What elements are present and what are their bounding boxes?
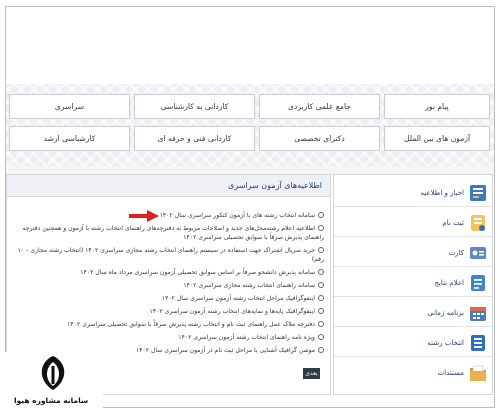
bullet-icon [318,295,324,301]
bullet-icon [318,269,324,275]
nav-sarasari[interactable]: سراسری [9,94,130,119]
nav-payame-noor[interactable]: پیام نور [384,94,490,119]
news-header: اطلاعیه‌های آزمون سراسری [7,175,330,197]
nav-phd[interactable]: دکترای تخصصی [259,126,380,151]
results-icon [471,275,485,291]
calendar-icon [470,307,486,321]
register-icon [471,215,485,231]
news-item[interactable]: سامانه پذیرش دانشجو صرفاً بر اساس سوابق … [12,269,324,278]
news-item[interactable]: اینفوگرافیک مراحل انتخاب رشته آزمون سراس… [12,295,324,304]
more-button[interactable]: بعدی [303,368,320,379]
sidebar-item-choice[interactable]: انتخاب رشته [334,330,492,357]
news-item[interactable]: سامانه انتخاب رشته های با آزمون کنکور سر… [12,212,324,221]
documents-icon [470,365,486,381]
top-nav-band: پیام نور جامع علمی کاربردی کاردانی به کا… [6,84,494,166]
news-item[interactable]: ویژه نامه راهنمای انتخاب رشته آزمون سراس… [12,334,324,343]
nav-international[interactable]: آزمون های بین الملل [384,126,490,151]
nav-kardani-fani[interactable]: کاردانی فنی و حرفه ای [134,126,255,151]
sidebar-item-results[interactable]: اعلام نتایج [334,270,492,297]
news-item[interactable]: دفترچه ملاک عمل راهنمای ثبت نام و انتخاب… [12,321,324,330]
bullet-icon [318,247,324,253]
bullet-icon [318,308,324,314]
red-arrow-icon [129,210,159,222]
news-item[interactable]: اطلاعیه اعلام رشته‌محل‌های جدید و اصلاحا… [12,225,324,243]
sidebar-item-schedule[interactable]: برنامه زمانی [334,300,492,327]
sidebar-item-card[interactable]: کارت [334,240,492,267]
nav-masters[interactable]: کارشناسی ارشد [9,126,130,151]
bullet-icon [318,282,324,288]
news-icon [470,185,486,201]
logo-text: سامانه مشاوره هیوا [14,396,89,405]
news-item[interactable]: اینفوگرافیک پایه‌ها و نمایه‌های انتخاب ر… [12,308,324,317]
sidebar-item-documents[interactable]: مستندات [334,360,492,387]
sidebar-item-register[interactable]: ثبت نام [334,210,492,237]
news-title: اطلاعیه‌های آزمون سراسری [228,181,322,190]
news-item[interactable]: خرید سریال اشتراک جهت استفاده در سیستم ر… [12,247,324,265]
news-item[interactable]: سامانه راهنمای انتخاب رشته مجازی سراسری … [12,282,324,291]
bullet-icon [318,321,324,327]
nav-kardani-be-karshenasi[interactable]: کاردانی به کارشناسی [134,94,255,119]
card-icon [470,247,486,259]
sidebar: اخبار و اطلاعیه ثبت نام کارت اعلام نتایج… [333,174,493,395]
bullet-icon [318,212,324,218]
bullet-icon [318,225,324,231]
choice-icon [471,335,485,351]
bullet-icon [318,347,324,353]
bullet-icon [318,334,324,340]
sidebar-item-news[interactable]: اخبار و اطلاعیه [334,180,492,207]
nav-jame-elmi[interactable]: جامع علمی کاربردی [259,94,380,119]
